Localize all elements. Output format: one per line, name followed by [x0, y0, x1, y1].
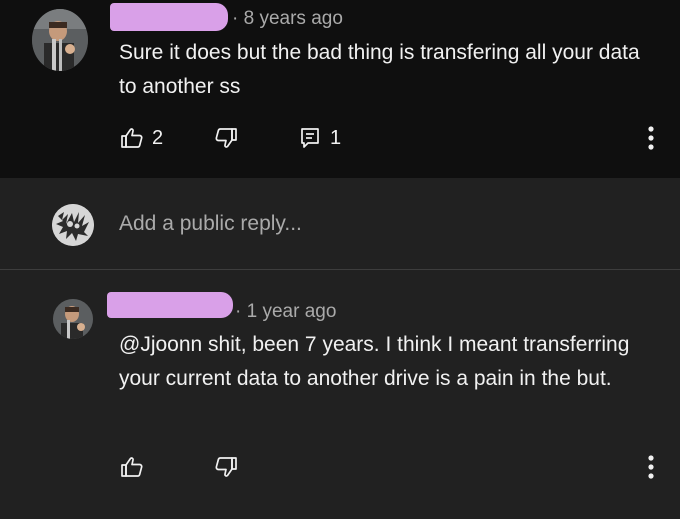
thumbs-up-icon [120, 455, 144, 479]
more-options-button[interactable] [641, 453, 661, 481]
thumbs-down-icon [214, 126, 238, 150]
comment-reply: · 1 year ago @Jjoonn shit, been 7 years.… [0, 271, 680, 519]
dislike-button[interactable] [214, 455, 238, 479]
comment-text: Sure it does but the bad thing is transf… [119, 41, 640, 98]
thumbs-up-icon [120, 126, 144, 150]
commenter-avatar[interactable] [53, 299, 93, 339]
comment-text: @Jjoonn shit, been 7 years. I think I me… [119, 333, 630, 390]
comment-timestamp: · 8 years ago [232, 8, 343, 29]
comment-thread-top: · 8 years ago Sure it does but the bad t… [0, 0, 680, 178]
redacted-username [107, 292, 233, 318]
user-avatar [52, 204, 94, 246]
reply-count: 1 [330, 126, 342, 149]
thumbs-down-icon [214, 455, 238, 479]
commenter-avatar[interactable] [32, 9, 88, 71]
reply-composer [0, 178, 680, 270]
like-count: 2 [152, 126, 164, 149]
like-button[interactable] [120, 455, 144, 479]
more-options-button[interactable] [641, 124, 661, 152]
redacted-username [110, 3, 228, 31]
reply-input[interactable] [119, 212, 639, 236]
dislike-button[interactable] [214, 126, 238, 150]
reply-button[interactable]: 1 [298, 126, 341, 150]
more-vert-icon [641, 453, 661, 481]
comment-timestamp: · 1 year ago [235, 301, 337, 322]
more-vert-icon [641, 124, 661, 152]
reply-comment-icon [298, 126, 322, 150]
like-button[interactable]: 2 [120, 126, 163, 150]
